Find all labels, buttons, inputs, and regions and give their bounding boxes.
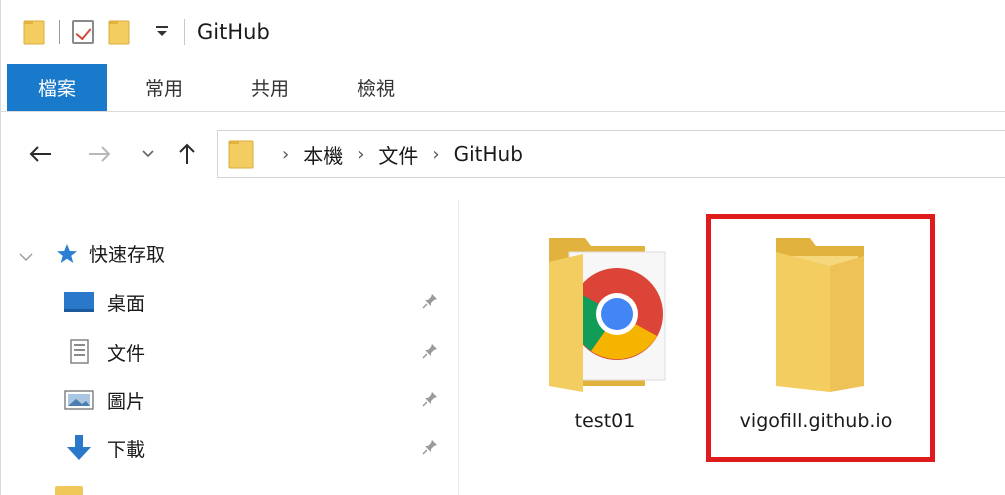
file-explorer-window: GitHub 檔案 常用 共用 檢視 › 本機 › 文件 › GitHub 快速…: [0, 0, 1005, 495]
file-name: test01: [574, 410, 636, 432]
sidebar-item-pictures[interactable]: 圖片: [63, 382, 453, 418]
chevron-down-icon: [142, 150, 154, 158]
expand-toggle[interactable]: [19, 248, 33, 266]
list-item-test01[interactable]: test01: [510, 226, 700, 432]
pin-icon[interactable]: [421, 438, 439, 456]
folder-icon: [228, 139, 254, 169]
highlight-annotation: [706, 214, 935, 462]
properties-check-icon[interactable]: [72, 20, 94, 44]
file-list: test01 vigofill.github.io: [460, 200, 1005, 495]
breadcrumb-separator[interactable]: ›: [282, 144, 289, 165]
sidebar-item-desktop[interactable]: 桌面: [63, 284, 453, 320]
forward-button[interactable]: [81, 136, 119, 172]
back-button[interactable]: [21, 136, 59, 172]
breadcrumb-separator[interactable]: ›: [357, 144, 364, 165]
forward-arrow-icon: [89, 146, 111, 162]
recent-locations-button[interactable]: [135, 136, 161, 172]
sidebar-item-label: 下載: [107, 438, 146, 461]
folder-icon[interactable]: [23, 19, 45, 45]
back-arrow-icon: [29, 146, 51, 162]
sidebar-item-downloads[interactable]: 下載: [63, 430, 453, 466]
ribbon-tabs: 檔案 常用 共用 檢視: [1, 64, 1005, 112]
toolbar-separator: [59, 20, 60, 44]
breadcrumb-separator[interactable]: ›: [432, 144, 439, 165]
tab-view[interactable]: 檢視: [341, 64, 411, 111]
tab-file[interactable]: 檔案: [7, 64, 107, 111]
breadcrumb-documents[interactable]: 文件: [378, 140, 418, 169]
folder-icon: [55, 486, 83, 495]
window-title: GitHub: [197, 20, 270, 44]
pin-icon[interactable]: [421, 292, 439, 310]
navigation-pane: 快速存取 桌面 文件 圖片 下載: [1, 200, 459, 495]
star-icon: [55, 242, 79, 266]
sidebar-item-label: 圖片: [107, 390, 146, 413]
tab-home[interactable]: 常用: [129, 64, 199, 111]
breadcrumb-github[interactable]: GitHub: [454, 142, 523, 166]
navigation-row: › 本機 › 文件 › GitHub: [1, 112, 1005, 200]
folder-chrome-icon: [549, 238, 666, 392]
sidebar-item-label: 文件: [107, 342, 146, 365]
up-button[interactable]: [169, 136, 205, 172]
pin-icon[interactable]: [421, 390, 439, 408]
sidebar-item-label: 桌面: [107, 292, 146, 315]
sidebar-item-documents[interactable]: 文件: [63, 334, 453, 370]
toolbar-separator: [184, 19, 185, 45]
download-icon: [67, 435, 91, 460]
breadcrumb-this-pc[interactable]: 本機: [303, 140, 343, 169]
desktop-icon: [64, 292, 94, 312]
new-folder-icon[interactable]: [108, 19, 130, 45]
up-arrow-icon: [179, 143, 195, 164]
pin-icon[interactable]: [421, 342, 439, 360]
address-bar[interactable]: › 本機 › 文件 › GitHub: [217, 130, 1005, 178]
chevron-down-icon: [19, 253, 33, 261]
sidebar-item-quick-access[interactable]: 快速存取: [55, 240, 165, 267]
title-bar: GitHub: [1, 0, 1005, 64]
customize-dropdown-icon[interactable]: [154, 24, 170, 41]
sidebar-item-label: 快速存取: [89, 244, 166, 266]
documents-icon: [70, 339, 89, 364]
tab-share[interactable]: 共用: [235, 64, 305, 111]
pictures-icon: [64, 390, 94, 410]
